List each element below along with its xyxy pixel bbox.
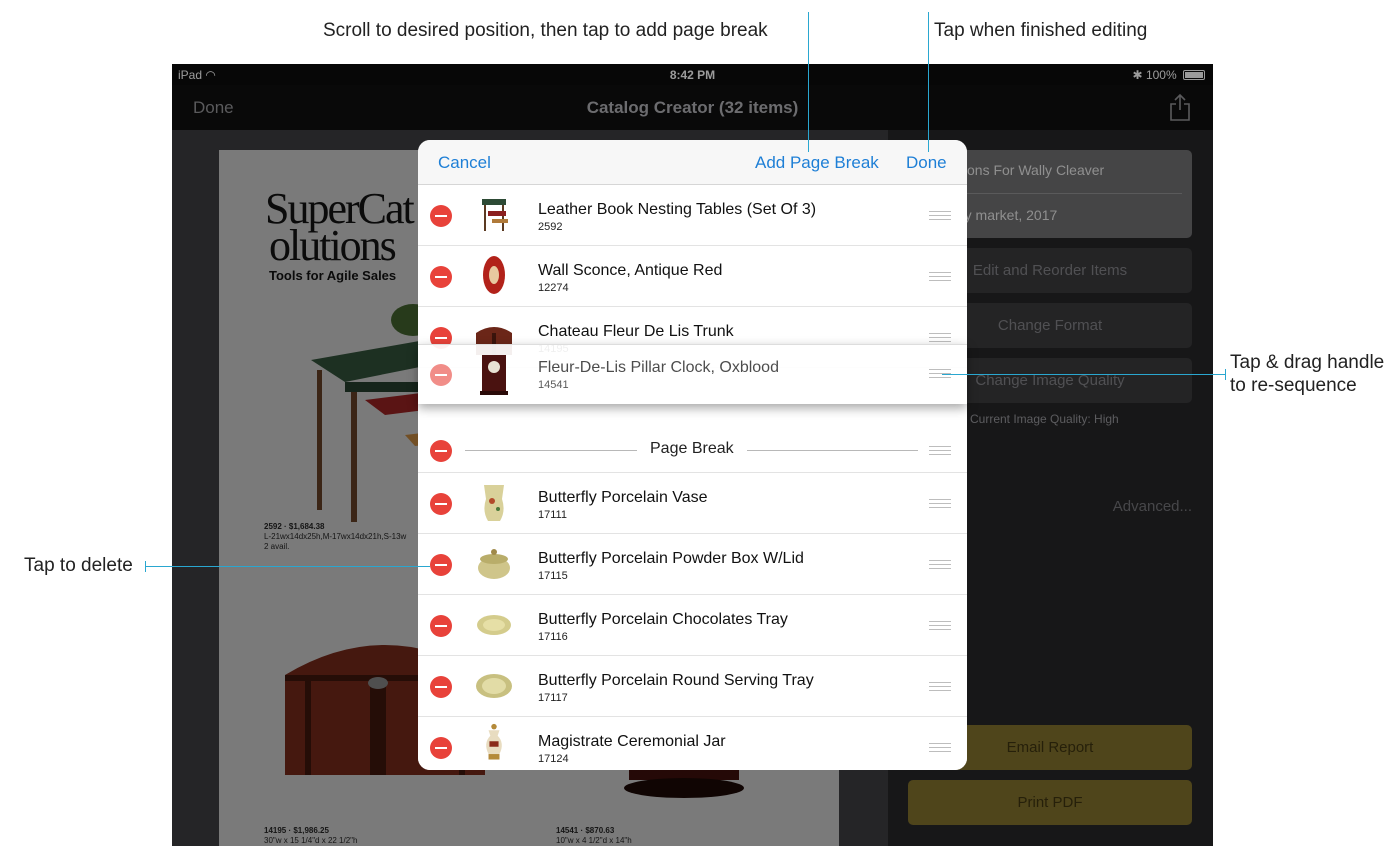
delete-icon[interactable] <box>430 266 452 288</box>
item-name: Fleur-De-Lis Pillar Clock, Oxblood <box>538 359 779 376</box>
delete-icon[interactable] <box>430 554 452 576</box>
list-item[interactable]: Magistrate Ceremonial Jar 17124 <box>418 717 967 770</box>
item-sku: 14541 <box>538 379 569 391</box>
item-name: Wall Sconce, Antique Red <box>538 262 723 279</box>
delete-icon[interactable] <box>430 615 452 637</box>
item-name: Magistrate Ceremonial Jar <box>538 733 726 750</box>
page-break-label: Page Break <box>650 440 734 457</box>
item-sku: 17124 <box>538 753 569 765</box>
callout-line-done <box>928 12 929 152</box>
cancel-button[interactable]: Cancel <box>438 153 491 173</box>
drag-hint-line1: Tap & drag handle <box>1230 352 1385 373</box>
item-thumbnail <box>486 723 502 760</box>
scroll-hint-annotation: Scroll to desired position, then tap to … <box>323 20 768 41</box>
page-break-row[interactable]: Page Break <box>418 428 967 473</box>
drag-hint-annotation: Tap & drag handle to re-sequence <box>1230 352 1384 398</box>
drag-handle-icon[interactable] <box>929 621 951 630</box>
drag-handle-icon[interactable] <box>929 499 951 508</box>
delete-icon[interactable] <box>430 440 452 462</box>
drag-handle-icon[interactable] <box>929 272 951 281</box>
item-sku: 12274 <box>538 282 569 294</box>
done-hint-annotation: Tap when finished editing <box>934 20 1148 41</box>
item-thumbnail <box>480 355 508 395</box>
list-item[interactable]: Butterfly Porcelain Chocolates Tray 1711… <box>418 595 967 656</box>
delete-icon[interactable] <box>430 676 452 698</box>
item-thumbnail <box>476 674 512 698</box>
callout-line-delete <box>145 566 430 567</box>
delete-icon[interactable] <box>430 737 452 759</box>
drag-handle-icon[interactable] <box>929 446 951 455</box>
page-break-line-right <box>747 450 918 451</box>
item-name: Butterfly Porcelain Powder Box W/Lid <box>538 550 804 567</box>
item-thumbnail <box>484 485 504 521</box>
list-item[interactable]: Butterfly Porcelain Vase 17111 <box>418 473 967 534</box>
page-break-line-left <box>465 450 637 451</box>
item-name: Butterfly Porcelain Chocolates Tray <box>538 611 788 628</box>
item-thumbnail <box>483 256 505 294</box>
delete-hint-annotation: Tap to delete <box>24 555 133 576</box>
item-thumbnail <box>477 615 511 635</box>
drag-handle-icon[interactable] <box>929 560 951 569</box>
delete-icon[interactable] <box>430 493 452 515</box>
item-name: Leather Book Nesting Tables (Set Of 3) <box>538 201 817 218</box>
callout-line-drag-cap <box>1225 369 1226 380</box>
item-name: Butterfly Porcelain Vase <box>538 489 708 506</box>
item-thumbnail <box>478 549 510 579</box>
modal-toolbar: Cancel Add Page Break Done <box>418 140 967 185</box>
drag-handle-icon[interactable] <box>929 743 951 752</box>
item-sku: 17115 <box>538 570 568 582</box>
drag-handle-icon[interactable] <box>929 682 951 691</box>
callout-line-add-page-break <box>808 12 809 152</box>
item-sku: 17117 <box>538 692 568 704</box>
item-name: Butterfly Porcelain Round Serving Tray <box>538 672 814 689</box>
callout-line-delete-cap <box>145 561 146 572</box>
item-sku: 17111 <box>538 509 567 521</box>
delete-icon[interactable] <box>430 364 452 386</box>
item-sku: 2592 <box>538 221 563 233</box>
modal-done-button[interactable]: Done <box>906 153 947 173</box>
list-item[interactable]: Butterfly Porcelain Round Serving Tray 1… <box>418 656 967 717</box>
item-sku: 17116 <box>538 631 568 643</box>
item-name: Chateau Fleur De Lis Trunk <box>538 323 734 340</box>
dragging-list-item[interactable]: Fleur-De-Lis Pillar Clock, Oxblood 14541 <box>418 344 967 404</box>
drag-hint-line2: to re-sequence <box>1230 374 1357 396</box>
delete-icon[interactable] <box>430 205 452 227</box>
item-thumbnail <box>482 199 508 231</box>
drag-handle-icon[interactable] <box>929 333 951 342</box>
edit-items-modal: Cancel Add Page Break Done Leather Book … <box>418 140 967 770</box>
list-item[interactable]: Wall Sconce, Antique Red 12274 <box>418 246 967 307</box>
callout-line-drag <box>942 374 1226 375</box>
list-item[interactable]: Butterfly Porcelain Powder Box W/Lid 171… <box>418 534 967 595</box>
drag-handle-icon[interactable] <box>929 211 951 220</box>
list-item[interactable]: Leather Book Nesting Tables (Set Of 3) 2… <box>418 185 967 246</box>
add-page-break-button[interactable]: Add Page Break <box>755 153 879 173</box>
